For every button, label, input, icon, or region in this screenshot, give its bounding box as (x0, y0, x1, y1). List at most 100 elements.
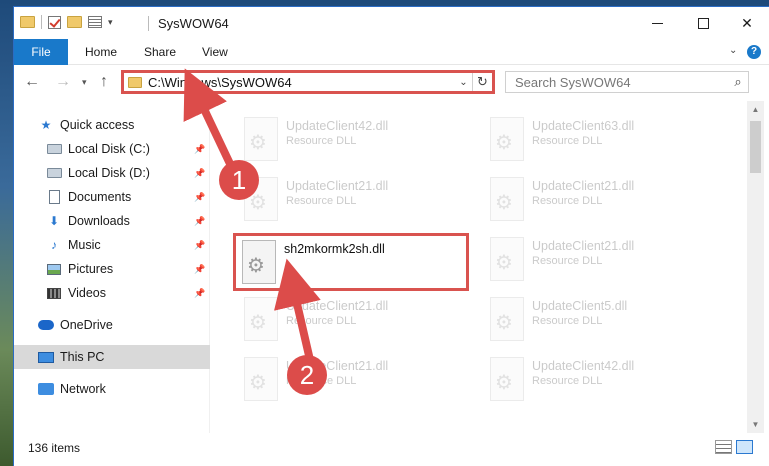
list-item[interactable]: UpdateClient42.dll Resource DLL (236, 113, 476, 171)
sidebar-item-downloads[interactable]: ⬇ Downloads 📌 (14, 209, 210, 233)
sidebar-item-this-pc[interactable]: This PC (14, 345, 210, 369)
sidebar-item-local-disk-d[interactable]: Local Disk (D:) 📌 (14, 161, 210, 185)
divider (148, 16, 149, 31)
disk-icon (46, 166, 62, 180)
close-icon: ✕ (741, 14, 753, 31)
file-name: UpdateClient42.dll (532, 359, 635, 373)
file-type: Resource DLL (286, 135, 357, 147)
file-type: Resource DLL (532, 195, 603, 207)
list-item[interactable]: UpdateClient63.dll Resource DLL (482, 113, 722, 171)
dll-file-icon (244, 297, 278, 341)
dll-file-icon (490, 357, 524, 401)
list-item[interactable]: UpdateClient21.dll Resource DLL (482, 173, 722, 231)
tab-view[interactable]: View (202, 39, 228, 65)
file-name: UpdateClient21.dll (286, 179, 389, 193)
pin-icon[interactable]: 📌 (194, 240, 205, 251)
scroll-down-icon[interactable]: ▼ (747, 416, 764, 433)
dll-file-icon (490, 177, 524, 221)
properties-check-icon[interactable] (48, 15, 61, 29)
folder-icon[interactable] (20, 16, 35, 28)
close-button[interactable]: ✕ (724, 7, 769, 39)
cloud-icon (38, 318, 54, 332)
scroll-up-icon[interactable]: ▲ (747, 101, 764, 118)
help-icon[interactable]: ? (747, 45, 761, 59)
highlighted-file-item[interactable]: sh2mkormk2sh.dll (233, 233, 469, 291)
details-view-icon[interactable] (715, 440, 732, 454)
recent-locations-icon[interactable]: ▾ (82, 77, 87, 88)
sidebar-item-label: Quick access (60, 118, 135, 132)
customize-dropdown-icon[interactable]: ▾ (108, 17, 113, 28)
pin-icon[interactable]: 📌 (194, 216, 205, 227)
file-name: UpdateClient5.dll (532, 299, 628, 313)
status-bar: 136 items (14, 433, 769, 466)
tab-file[interactable]: File (14, 39, 68, 65)
file-name: UpdateClient21.dll (532, 179, 635, 193)
list-item[interactable]: UpdateClient21.dll Resource DLL (236, 173, 476, 231)
address-bar[interactable]: C:\Windows\SysWOW64 ⌄ ↻ (121, 70, 495, 94)
pictures-icon (46, 262, 62, 276)
tab-share[interactable]: Share (144, 39, 176, 65)
sidebar-item-quick-access[interactable]: ★ Quick access (14, 113, 210, 137)
music-icon: ♪ (51, 238, 57, 252)
sidebar-item-pictures[interactable]: Pictures 📌 (14, 257, 210, 281)
dll-file-icon (244, 357, 278, 401)
file-type: Resource DLL (286, 315, 357, 327)
sidebar-item-label: Documents (68, 190, 132, 204)
maximize-button[interactable] (680, 7, 726, 39)
sidebar-item-onedrive[interactable]: OneDrive (14, 313, 210, 337)
file-name: UpdateClient21.dll (286, 299, 389, 313)
file-name: UpdateClient63.dll (532, 119, 635, 133)
sidebar-item-music[interactable]: ♪ Music 📌 (14, 233, 210, 257)
up-arrow-icon[interactable]: ↑ (100, 73, 108, 91)
pin-icon[interactable]: 📌 (194, 192, 205, 203)
list-item[interactable]: UpdateClient42.dll Resource DLL (482, 353, 722, 411)
list-item[interactable]: UpdateClient21.dll Resource DLL (482, 233, 722, 291)
sidebar-item-label: Music (68, 238, 101, 252)
dll-file-icon (490, 237, 524, 281)
refresh-icon[interactable]: ↻ (472, 73, 492, 91)
minimize-button[interactable] (634, 7, 680, 39)
back-arrow-icon[interactable]: ← (24, 73, 40, 91)
sidebar-item-videos[interactable]: Videos 📌 (14, 281, 210, 305)
chevron-down-icon[interactable]: ⌄ (454, 77, 472, 88)
dll-file-icon (490, 297, 524, 341)
pin-icon[interactable]: 📌 (194, 168, 205, 179)
list-item[interactable]: UpdateClient5.dll Resource DLL (482, 293, 722, 351)
navigation-bar: ← → ▾ ↑ C:\Windows\SysWOW64 ⌄ ↻ Search S… (14, 66, 769, 100)
item-count: 136 items (28, 441, 81, 455)
sidebar-item-label: Downloads (68, 214, 130, 228)
sidebar-item-label: Pictures (68, 262, 114, 276)
pin-icon[interactable]: 📌 (194, 288, 205, 299)
dll-file-icon (244, 117, 278, 161)
file-name: UpdateClient42.dll (286, 119, 389, 133)
tab-home[interactable]: Home (85, 39, 117, 65)
new-folder-icon[interactable] (67, 16, 82, 28)
large-icons-view-icon[interactable] (736, 440, 753, 454)
divider (41, 15, 42, 29)
search-input[interactable]: Search SysWOW64 (515, 75, 728, 90)
scrollbar-thumb[interactable] (750, 121, 761, 173)
sidebar-item-network[interactable]: Network (14, 377, 210, 401)
forward-arrow-icon[interactable]: → (55, 73, 71, 91)
dll-file-icon (242, 240, 276, 284)
address-path[interactable]: C:\Windows\SysWOW64 (148, 75, 454, 90)
search-icon[interactable]: ⌕ (728, 74, 748, 90)
file-type: Resource DLL (286, 195, 357, 207)
step-2-badge: 2 (287, 355, 327, 395)
search-box[interactable]: Search SysWOW64 ⌕ (505, 71, 749, 93)
sidebar-item-documents[interactable]: Documents 📌 (14, 185, 210, 209)
sidebar-item-label: Network (60, 382, 106, 396)
window-title: SysWOW64 (158, 16, 229, 31)
list-item[interactable]: UpdateClient21.dll Resource DLL (236, 353, 476, 411)
vertical-scrollbar[interactable]: ▲ ▼ (747, 101, 764, 433)
videos-icon (46, 286, 62, 300)
sidebar-item-local-disk-c[interactable]: Local Disk (C:) 📌 (14, 137, 210, 161)
computer-icon (38, 350, 54, 364)
pin-icon[interactable]: 📌 (194, 264, 205, 275)
list-item[interactable]: UpdateClient21.dll Resource DLL (236, 293, 476, 351)
properties-icon[interactable] (88, 16, 102, 28)
pin-icon[interactable]: 📌 (194, 144, 205, 155)
expand-ribbon-icon[interactable]: ⌄ (729, 45, 737, 56)
ribbon-tabs: File Home Share View ⌄ ? (14, 39, 769, 65)
explorer-window: ▾ SysWOW64 ✕ File Home Share View ⌄ ? ← … (13, 6, 769, 466)
